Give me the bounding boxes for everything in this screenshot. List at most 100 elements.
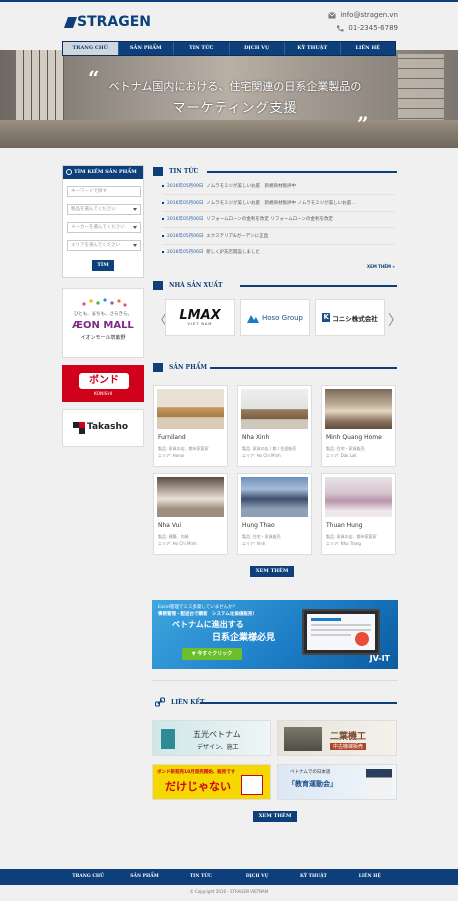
nav-item-products[interactable]: SẢN PHẨM [119,42,174,55]
makers-section-title: NHÀ SẢN XUẤT [153,279,222,291]
link-card-bond[interactable]: ボンド新発売10月発売開始、販売です だけじゃない [152,764,271,800]
product-meta-type: 製品: 建築、内装 [158,534,189,539]
product-select[interactable]: 製品を選んでください [67,204,141,215]
jv-main-1: ベトナムに進出する [172,619,244,629]
footer-link-products[interactable]: SẢN PHẨM [116,869,172,885]
main-nav: TRANG CHỦ SẢN PHẨM TIN TỨC DỊCH VỤ KỸ TH… [62,41,396,56]
product-meta-area: エリア: Dak Lak [326,453,357,458]
maker-konishi[interactable]: K コニシ株式会社 [315,299,385,336]
news-item[interactable]: 2016年05月06日 リフォームローンの金利を改定 リフォームローンの金利を改… [162,216,333,222]
news-item[interactable]: 2016年05月09日 ノムラモミジが美しいお庭 新規商材販評中 [161,183,297,189]
nav-item-services[interactable]: DỊCH VỤ [230,42,285,55]
maker-select[interactable]: メーカーを選んでください [67,222,141,233]
news-text: ノムラモミジが美しいお庭 新規商材販評中 ノムラモミジが美しいお庭... [206,201,356,206]
search-button[interactable]: TÌM [92,260,114,271]
products-section-title: SẢN PHẨM [153,361,207,373]
product-image [157,389,224,429]
product-meta-area: エリア: Vinh [242,541,266,546]
nav-item-technical[interactable]: KỸ THUẬT [285,42,341,55]
product-card[interactable]: Nha Xinh 製品: 家具の店 / 都 / 住居販売 エリア: Ho Chi… [237,385,312,467]
news-more-link[interactable]: XEM THÊM » [367,264,395,269]
screen-chart [355,632,369,646]
chevron-down-icon [133,208,137,211]
bond-konishi-banner[interactable]: ボンド KONISHI [62,365,144,402]
jv-main-2: 日系企業様必見 [212,633,276,643]
product-meta-type: 製品: 家具の店、都市家庭家 [158,446,209,451]
nav-item-contact[interactable]: LIÊN HỆ [341,42,396,55]
search-panel-title: TÌM KIẾM SẢN PHẨM [74,169,137,175]
quote-open-icon: “ [88,66,100,90]
link-card-futaba[interactable]: 二葉機工 中古機械販売 [277,720,397,756]
news-text: 新しくJP支店開設しました [206,250,260,255]
news-date: 2016年05月06日 [167,250,204,255]
area-select-value: エリアを選んでください [71,243,121,248]
news-text: ノムラモミジが美しいお庭 新規商材販評中 [206,184,297,189]
futaba-sub: 中古機械販売 [330,743,367,750]
makers-title-rule [240,285,397,287]
news-date: 2016年05月06日 [167,234,204,239]
footer-link-technical[interactable]: KỸ THUẬT [285,869,341,885]
footer-link-home[interactable]: TRANG CHỦ [60,869,116,885]
product-image [325,389,392,429]
screen-line [311,629,371,631]
news-item[interactable]: 2016年05月06日 エクステリア&ガーデンに正直 [161,233,268,239]
makers-title-text: NHÀ SẢN XUẤT [169,281,223,289]
maker-select-value: メーカーを選んでください [71,225,125,230]
logo[interactable]: STRAGEN [63,12,151,32]
jv-cta-button[interactable]: ▼ 今すぐクリック [182,648,242,660]
news-text: リフォームローンの金利を改定 リフォームローンの金利を改定 [206,217,333,222]
aeon-logo-text: ÆON MALL [72,320,134,331]
footer-link-news[interactable]: TIN TỨC [173,869,229,885]
carousel-next-icon[interactable]: 〉 [388,310,402,330]
screen-line [311,634,351,636]
bond-product-image [241,775,263,795]
links-more-button[interactable]: XEM THÊM [253,811,297,822]
product-meta-area: エリア: Hanoi [158,453,185,458]
jv-it-banner[interactable]: Excel管理でミス多発していませんか？ 事務管理・配送台で顕客 システム化価値… [152,600,398,669]
konishi-logo-icon: K [322,313,331,322]
goko-logo-icon [161,729,175,749]
nav-item-home[interactable]: TRANG CHỦ [63,42,119,55]
aeon-mall-banner[interactable]: ひとも、まちも、さらきら。 ÆON MALL イオンモール筑紫野 [62,288,144,358]
screen-bar [311,618,341,621]
goko-sub: デザイン、施工 [197,744,239,751]
email-contact[interactable]: info@stragen.vn [328,11,398,19]
area-select[interactable]: エリアを選んでください [67,240,141,251]
product-name: Furniland [158,434,186,441]
product-card[interactable]: Minh Quang Home 製品: 住宅・家具販売 エリア: Dak Lak [321,385,396,467]
product-card[interactable]: Thuan Hung 製品: 家具の店、都市家庭家 エリア: Nha Trang [321,473,396,555]
news-divider [163,211,395,212]
product-card[interactable]: Nha Vui 製品: 建築、内装 エリア: Ho Chi Minh [153,473,228,555]
email-text: info@stragen.vn [340,11,398,19]
news-divider [163,194,395,195]
maker-hoso[interactable]: Hoso Group [240,299,310,336]
product-meta-type: 製品: 住宅・家具販売 [326,446,365,451]
product-image [241,389,308,429]
product-meta-type: 製品: 家具の店、都市家庭家 [326,534,377,539]
chevron-down-icon [133,244,137,247]
products-title-text: SẢN PHẨM [169,363,208,371]
news-item[interactable]: 2016年05月06日 ノムラモミジが美しいお庭 新規商材販評中 ノムラモミジが… [162,200,356,206]
phone-icon [337,25,344,31]
takasho-banner[interactable]: Takasho [62,409,144,447]
link-card-goko[interactable]: 五光ベトナム デザイン、施工 [152,720,271,756]
phone-contact[interactable]: 01-2345-6789 [336,24,398,32]
product-card[interactable]: Hung Thao 製品: 住宅・家具販売 エリア: Vinh [237,473,312,555]
news-more-text: XEM THÊM [367,264,391,269]
keyword-input[interactable]: キーワードで探す [67,186,141,197]
news-item[interactable]: 2016年05月06日 新しくJP支店開設しました [162,249,260,255]
nav-item-news[interactable]: TIN TỨC [174,42,230,55]
link-card-education[interactable]: ベトナムでの日本語 「教育運動会」 [277,764,397,800]
product-meta-type: 製品: 家具の店 / 都 / 住居販売 [242,446,297,451]
goko-title: 五光ベトナム [193,730,241,739]
products-more-button[interactable]: XEM THÊM [250,566,294,577]
hoso-logo-icon [246,314,259,323]
news-divider [163,244,395,245]
jv-logo: JV-IT [369,654,390,663]
people-image [366,769,392,797]
footer-link-services[interactable]: DỊCH VỤ [229,869,285,885]
footer-link-contact[interactable]: LIÊN HỆ [342,869,398,885]
product-image [325,477,392,517]
maker-lmax[interactable]: LMAX VIET NAM [165,299,235,336]
product-card[interactable]: Furniland 製品: 家具の店、都市家庭家 エリア: Hanoi [153,385,228,467]
